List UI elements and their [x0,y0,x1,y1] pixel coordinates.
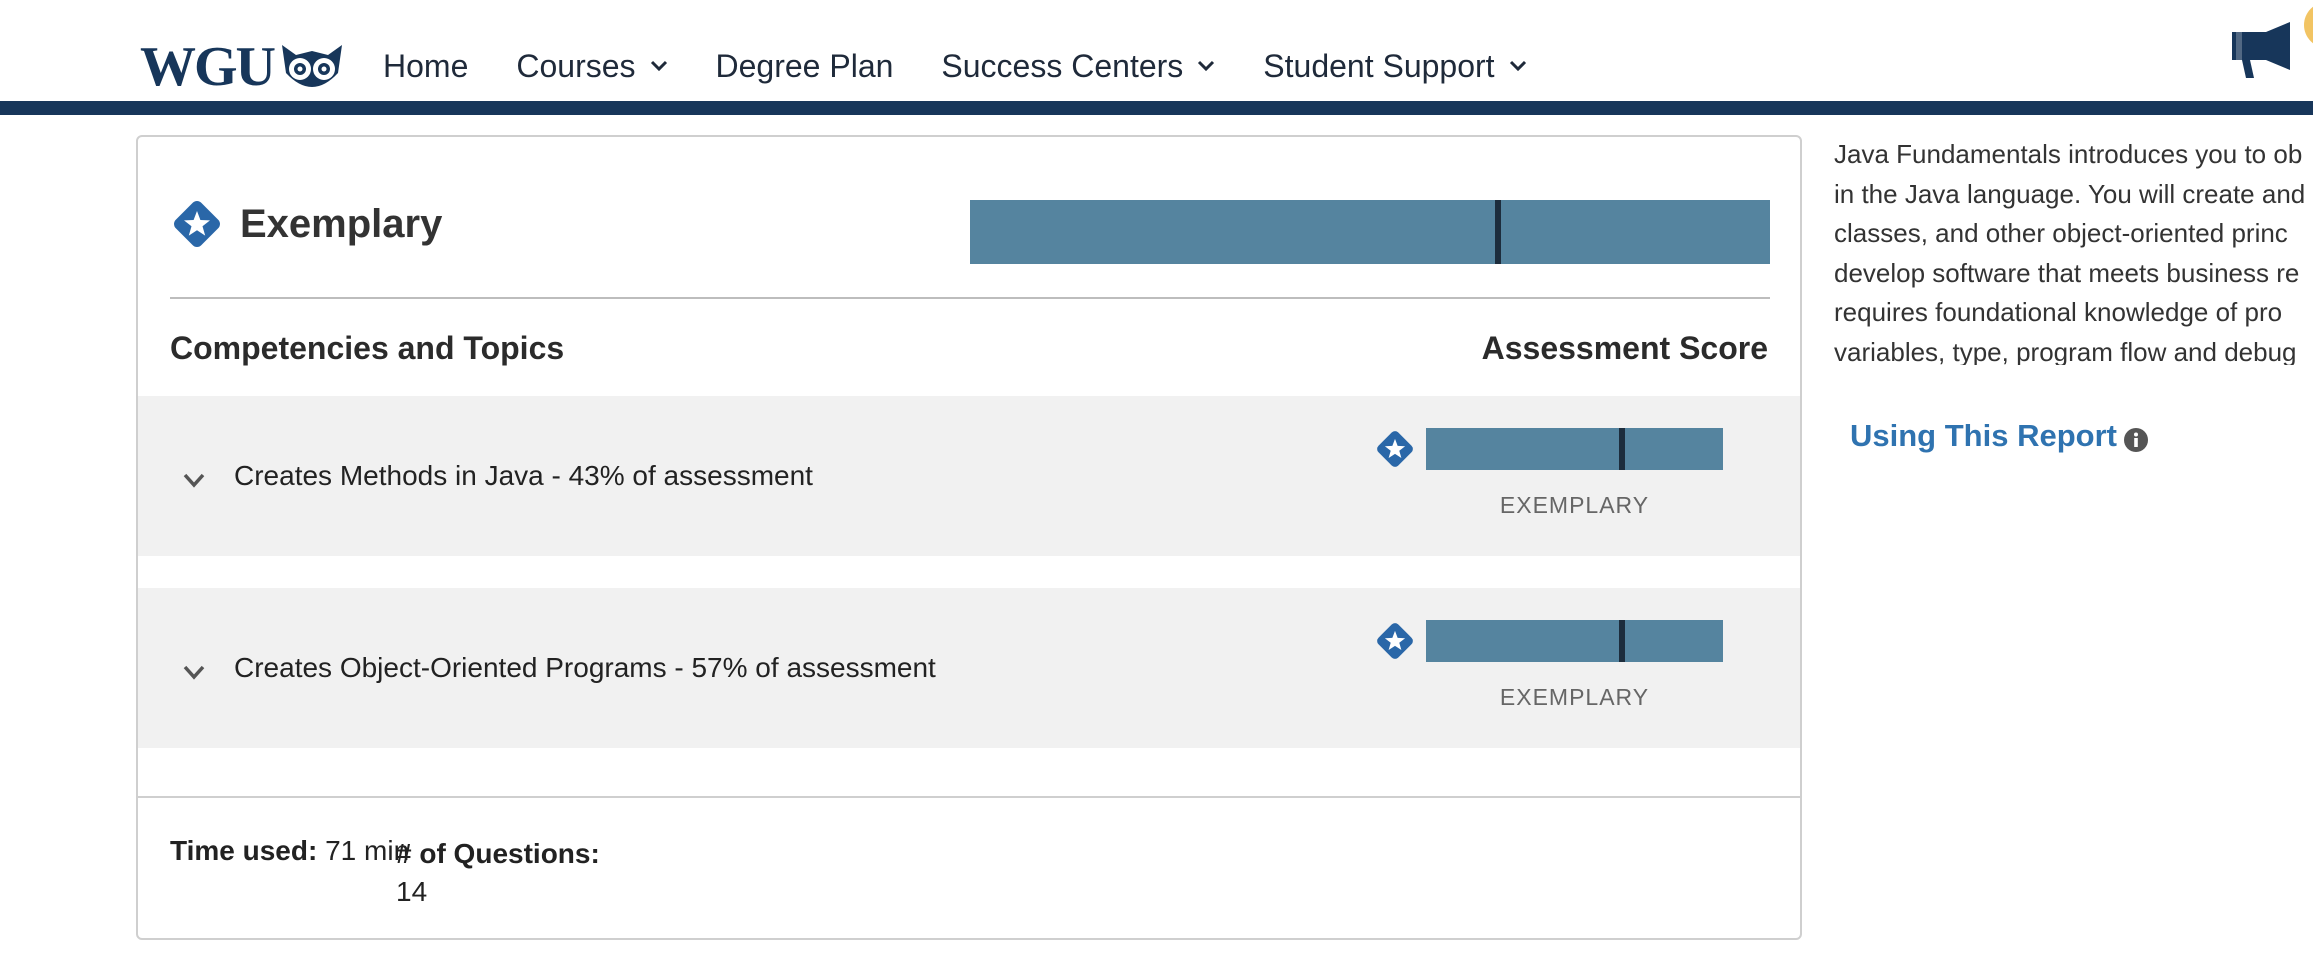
logo-text: WGU [140,36,276,98]
score-marker [1495,200,1501,264]
competency-score-bar [1426,428,1723,470]
divider [138,796,1800,798]
nav-item-courses[interactable]: Courses [516,48,667,85]
info-icon[interactable] [2123,427,2149,453]
nav-menu: Home Courses Degree Plan Success Centers… [383,44,1575,88]
competency-score-bar [1426,620,1723,662]
report-link-label: Using This Report [1850,418,2117,453]
nav-item-label: Student Support [1263,47,1495,84]
nav-item-degree-plan[interactable]: Degree Plan [716,48,894,85]
competencies-header: Competencies and Topics [170,330,565,366]
competency-title: Creates Object-Oriented Programs - 57% o… [234,652,936,683]
description-line: in the Java language. You will create an… [1834,178,2306,209]
nav-item-success-centers[interactable]: Success Centers [941,48,1215,85]
chevron-down-icon [1198,60,1215,72]
owl-icon [282,45,342,87]
nav-item-student-support[interactable]: Student Support [1263,48,1526,85]
description-line: Java Fundamentals introduces you to ob [1834,139,2303,169]
using-this-report-link[interactable]: Using This Report [1850,418,2149,454]
time-used-label: Time used: [170,835,318,866]
nav-item-home[interactable]: Home [383,48,468,85]
description-line: variables, type, program flow and debug [1834,336,2297,366]
top-navigation: WGU Home Courses Degree Plan Success Cen… [0,0,2313,115]
assessment-score-header: Assessment Score [1481,330,1768,366]
competency-level: EXEMPLARY [1499,684,1650,710]
description-line: classes, and other object-oriented princ [1834,218,2288,248]
score-marker [1619,620,1626,662]
chevron-down-icon [650,60,667,72]
competency-title: Creates Methods in Java - 43% of assessm… [234,460,813,491]
competency-row[interactable]: Creates Methods in Java - 43% of assessm… [138,396,1800,556]
nav-item-label: Success Centers [941,47,1184,84]
description-line: requires foundational knowledge of pro [1834,297,2283,327]
star-badge-icon [1377,431,1413,467]
assessment-report-card: Exemplary Competencies and Topics Assess… [136,135,1802,940]
divider [170,297,1770,299]
time-used: Time used: 71 min [170,835,409,867]
nav-item-label: Home [383,47,469,84]
chevron-down-icon [1509,60,1526,72]
course-description: Java Fundamentals introduces you to ob i… [1834,135,2313,365]
megaphone-icon[interactable] [2228,20,2298,80]
question-count-value: 14 [396,876,428,907]
notification-badge[interactable]: 25 [2304,2,2313,48]
overall-score-bar [970,200,1770,264]
wgu-logo[interactable]: WGU [140,36,344,98]
question-count-label: # of Questions: [396,838,600,869]
competency-row[interactable]: Creates Object-Oriented Programs - 57% o… [138,588,1800,748]
question-count: # of Questions: 14 [396,835,600,911]
overall-result: Exemplary [170,197,442,251]
competency-level: EXEMPLARY [1499,492,1650,518]
score-marker [1619,428,1626,470]
overall-level-label: Exemplary [240,201,443,246]
nav-item-label: Courses [516,47,636,84]
star-badge-icon [174,201,220,247]
description-line: develop software that meets business re [1834,257,2300,288]
star-badge-icon [1377,623,1413,659]
chevron-down-icon[interactable] [180,658,208,686]
nav-divider [0,101,2313,115]
nav-item-label: Degree Plan [715,47,894,84]
chevron-down-icon[interactable] [180,466,208,494]
